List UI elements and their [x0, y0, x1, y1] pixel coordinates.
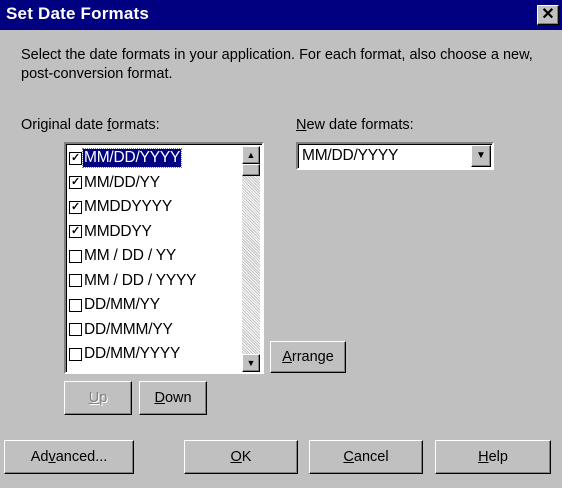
advanced-button[interactable]: Ad v anced...	[4, 440, 134, 474]
original-formats-list: ✓ MM/DD/YYYY ✓ MM/DD/YY ✓ MMDDYYYY ✓ MMDDYY MM /…	[68, 146, 242, 367]
original-formats-label-pre: Original date	[21, 117, 108, 133]
dialog-title: Set Date Formats	[6, 4, 150, 23]
new-formats-label-accel: N	[296, 117, 307, 133]
arrange-label: rrange	[291, 349, 334, 365]
set-date-formats-dialog: Set Date Formats ✕ Select the date forma…	[0, 0, 562, 488]
new-formats-label: New date formats:	[296, 117, 414, 133]
scroll-down-button[interactable]: ▼	[242, 354, 260, 372]
list-item[interactable]: DD/MM/YY	[68, 293, 242, 318]
original-formats-listbox[interactable]: ✓ MM/DD/YYYY ✓ MM/DD/YY ✓ MMDDYYYY ✓ MMDDYY MM /…	[64, 142, 264, 374]
advanced-label-pre: Ad	[30, 449, 49, 465]
advanced-accel: v	[48, 449, 56, 465]
original-formats-label: Original date formats:	[21, 117, 160, 133]
list-item[interactable]: ✓ MMDDYY	[68, 220, 242, 245]
checkmark-icon: ✓	[70, 176, 81, 189]
list-item[interactable]: ✓ MM/DD/YYYY	[68, 146, 242, 171]
checkbox[interactable]: ✓	[69, 176, 82, 190]
close-icon: ✕	[541, 6, 555, 23]
list-item[interactable]: ✓ MM/DD/YY	[68, 171, 242, 196]
advanced-label: anced...	[55, 449, 108, 465]
new-format-value: MM/DD/YYYY	[302, 147, 399, 164]
cancel-label: ancel	[353, 449, 389, 465]
list-item-label: DD/MMM/YY	[84, 320, 173, 338]
new-format-dropdown[interactable]: MM/DD/YYYY ▼	[296, 142, 494, 170]
up-label: p	[99, 390, 108, 406]
down-accel: D	[154, 390, 165, 406]
scroll-up-button[interactable]: ▲	[242, 146, 260, 164]
triangle-up-icon: ▲	[246, 150, 256, 160]
down-label: own	[164, 390, 192, 406]
dropdown-button[interactable]: ▼	[471, 145, 491, 167]
list-item[interactable]: DD/MMM/YY	[68, 318, 242, 343]
help-label: elp	[488, 449, 508, 465]
close-button[interactable]: ✕	[537, 5, 559, 25]
chevron-down-icon: ▼	[476, 150, 486, 161]
intro-text: Select the date formats in your applicat…	[21, 47, 533, 82]
checkmark-icon: ✓	[70, 225, 81, 238]
checkbox[interactable]	[69, 347, 82, 361]
checkmark-icon: ✓	[70, 151, 81, 164]
new-formats-label-post: ew date formats:	[306, 117, 414, 133]
original-formats-label-post: ormats:	[111, 117, 160, 133]
ok-accel: O	[230, 449, 242, 465]
triangle-down-icon: ▼	[246, 358, 256, 368]
list-item-label: DD/MM/YYYY	[84, 345, 181, 363]
ok-label: K	[241, 449, 252, 465]
list-item[interactable]: ✓ MMDDYYYY	[68, 195, 242, 220]
checkbox[interactable]: ✓	[69, 225, 82, 239]
help-button[interactable]: Help	[435, 440, 551, 474]
list-item-label: MMDDYY	[84, 222, 152, 240]
scroll-thumb[interactable]	[242, 164, 260, 176]
cancel-button[interactable]: Cancel	[309, 440, 423, 474]
up-accel: U	[88, 390, 100, 406]
checkbox[interactable]	[69, 274, 82, 288]
list-item[interactable]: MM / DD / YY	[68, 244, 242, 269]
checkbox[interactable]	[69, 323, 82, 337]
checkbox[interactable]: ✓	[69, 151, 82, 165]
list-item-label: MM / DD / YY	[84, 247, 177, 265]
list-item-label: MM/DD/YY	[84, 173, 160, 191]
list-item-label: MMDDYYYY	[84, 198, 172, 216]
list-item-label: DD/MM/YY	[84, 296, 160, 314]
arrange-button[interactable]: Arrange	[270, 341, 346, 373]
checkbox[interactable]	[69, 298, 82, 312]
list-item[interactable]: DD/MM/YYYY	[68, 342, 242, 367]
checkmark-icon: ✓	[70, 200, 81, 213]
arrange-accel: A	[282, 349, 292, 365]
list-item-label: MM/DD/YYYY	[81, 148, 183, 169]
listbox-scrollbar[interactable]: ▲ ▼	[242, 146, 260, 372]
ok-button[interactable]: OK	[184, 440, 298, 474]
checkbox[interactable]	[69, 249, 82, 263]
checkbox[interactable]: ✓	[69, 200, 82, 214]
down-button[interactable]: Down	[139, 381, 207, 415]
title-bar: Set Date Formats ✕	[0, 0, 562, 30]
up-button[interactable]: Up	[64, 381, 132, 415]
list-item[interactable]: MM / DD / YYYY	[68, 269, 242, 294]
list-item-label: MM / DD / YYYY	[84, 271, 197, 289]
cancel-accel: C	[343, 449, 354, 465]
help-accel: H	[478, 449, 489, 465]
